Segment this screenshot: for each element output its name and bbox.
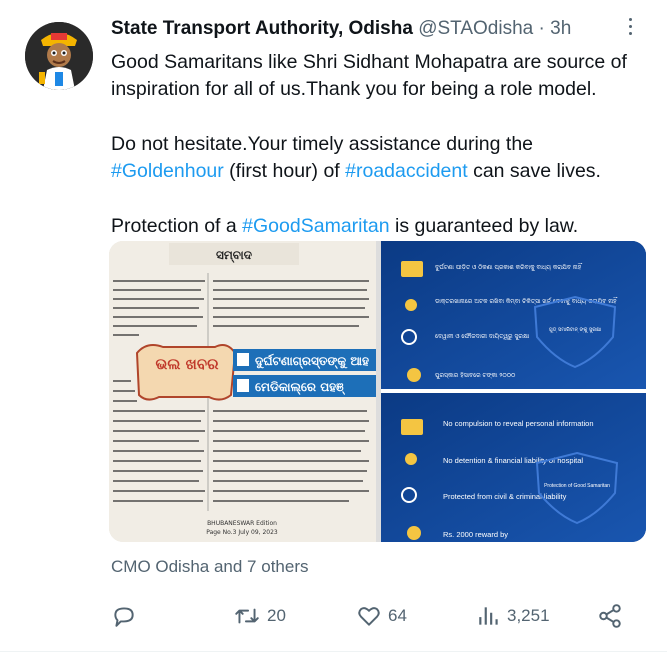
- author-handle[interactable]: @STAOdisha: [418, 18, 533, 39]
- share-icon: [599, 604, 621, 628]
- separator-dot: ·: [538, 18, 545, 39]
- tweet-text-segment: can save lives.: [467, 160, 601, 182]
- views-button[interactable]: 3,251: [477, 600, 550, 632]
- views-icon: [479, 607, 498, 625]
- infographic-shield-text: Protection of Good Samaritan: [544, 483, 610, 489]
- infographic-shield-odia: ଗୁଡ୍ ସମାରିଟାନ୍ ଙ୍କୁ ସୁରକ୍ଷା: [549, 326, 601, 333]
- tweet-text-segment: Good Samaritans like Shri Sidhant Mohapa…: [111, 51, 627, 100]
- infographic-item-3: Protected from civil & criminal liabilit…: [443, 492, 567, 501]
- retweet-button[interactable]: 20: [233, 600, 286, 632]
- tweet-actions: 20 64 3,251: [111, 600, 631, 632]
- like-button[interactable]: 64: [356, 600, 407, 632]
- infographic-odia-item-3: ଦେୱାନୀ ଓ ଫୌଜଦାରୀ ଦାୟିତ୍ୱରୁ ସୁରକ୍ଷା: [435, 333, 530, 340]
- retweet-count: 20: [267, 606, 286, 625]
- infographic-item-4: Rs. 2000 reward by: [443, 530, 508, 539]
- author-name[interactable]: State Transport Authority, Odisha: [111, 18, 413, 39]
- person-icon: [405, 453, 417, 465]
- hashtag-link[interactable]: #GoodSamaritan: [242, 215, 389, 237]
- heart-icon: [358, 607, 380, 626]
- infographic-item-1: No compulsion to reveal personal informa…: [443, 419, 594, 428]
- views-count: 3,251: [507, 606, 550, 625]
- mascot-avatar-icon: [25, 22, 93, 90]
- person-icon: [405, 299, 417, 311]
- timestamp[interactable]: 3h: [550, 18, 571, 39]
- hashtag-link[interactable]: #roadaccident: [345, 160, 468, 182]
- more-options-icon[interactable]: [620, 14, 640, 42]
- tweet-paragraph: Do not hesitate.Your timely assistance d…: [111, 131, 651, 185]
- newspaper-page-date: Page No.3 July 09, 2023: [206, 529, 278, 536]
- reply-icon: [114, 607, 134, 627]
- retweet-icon: [235, 608, 259, 624]
- tweet-text-segment: (first hour) of: [223, 160, 346, 182]
- newspaper-banner-2: ମେଡିକାଲ୍‌ରେ ପହଞ୍: [255, 380, 346, 395]
- infographic-image[interactable]: ଦୁର୍ଘଟଣା ପୀଡ଼ିତ ଓ ଠିକଣା ପ୍ରକାଶ କରିବାକୁ ବ…: [381, 241, 646, 542]
- tweet: State Transport Authority, Odisha @STAOd…: [0, 0, 667, 657]
- tweet-text-segment: is guaranteed by law.: [389, 215, 579, 237]
- id-card-icon: [401, 261, 423, 277]
- newspaper-masthead: ସମ୍ବାଦ: [216, 248, 253, 263]
- divider: [0, 651, 667, 652]
- tweet-text-segment: Do not hesitate.Your timely assistance d…: [111, 133, 534, 155]
- tweet-text: Good Samaritans like Shri Sidhant Mohapa…: [111, 49, 651, 240]
- money-bag-icon: [407, 368, 421, 382]
- reply-button[interactable]: [111, 600, 137, 632]
- money-bag-icon: [407, 526, 421, 540]
- tweet-paragraph: Protection of a #GoodSamaritan is guaran…: [111, 213, 651, 240]
- like-count: 64: [388, 606, 407, 625]
- infographic-odia-item-1: ଦୁର୍ଘଟଣା ପୀଡ଼ିତ ଓ ଠିକଣା ପ୍ରକାଶ କରିବାକୁ ବ…: [435, 263, 582, 271]
- tweet-header: State Transport Authority, Odisha @STAOd…: [111, 18, 571, 40]
- newspaper-banner-1: ଦୁର୍ଘଟଣାଗ୍ରସ୍ତଙ୍କୁ ଆହ: [255, 353, 369, 370]
- good-news-badge: ଭଲ ଖବର: [156, 355, 220, 373]
- media-grid[interactable]: ସମ୍ବାଦ ଭଲ ଖବର ଦୁର୍ଘଟଣାଗ୍ରସ୍ତଙ୍କୁ ଆହ ମେଡି…: [109, 241, 646, 542]
- liked-by[interactable]: CMO Odisha and 7 others: [111, 557, 308, 577]
- hashtag-link[interactable]: #Goldenhour: [111, 160, 224, 182]
- newspaper-edition: BHUBANESWAR Edition: [207, 520, 277, 527]
- infographic-odia-item-4: ପୁରସ୍କାର ହିସାବରେ ଟଙ୍କା ୨୦୦୦: [435, 372, 516, 379]
- tweet-paragraph: Good Samaritans like Shri Sidhant Mohapa…: [111, 49, 651, 103]
- share-button[interactable]: [597, 600, 623, 632]
- avatar[interactable]: [25, 22, 93, 90]
- id-card-icon: [401, 419, 423, 435]
- tweet-text-segment: Protection of a: [111, 215, 243, 237]
- newspaper-clipping-image[interactable]: ସମ୍ବାଦ ଭଲ ଖବର ଦୁର୍ଘଟଣାଗ୍ରସ୍ତଙ୍କୁ ଆହ ମେଡି…: [109, 241, 376, 542]
